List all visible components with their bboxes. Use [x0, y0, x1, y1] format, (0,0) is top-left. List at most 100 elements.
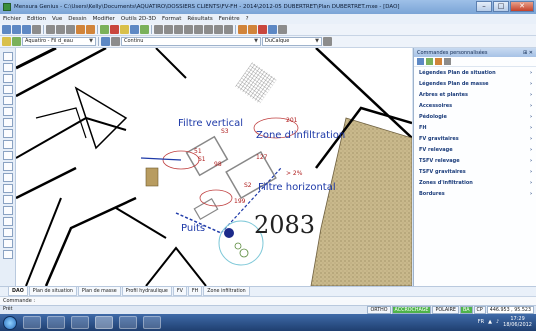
explorer-icon[interactable] — [23, 316, 41, 329]
volume-icon[interactable]: ♪ — [496, 319, 499, 325]
line-tool-icon[interactable] — [2, 63, 13, 72]
panel-edit-icon[interactable] — [426, 58, 433, 65]
panel-item[interactable]: TSFV gravitaires › — [414, 166, 536, 177]
menu-resultats[interactable]: Résultats — [187, 16, 212, 22]
properties-icon[interactable] — [258, 25, 267, 34]
snap-icon[interactable] — [248, 25, 257, 34]
tab-dao[interactable]: DAO — [8, 287, 28, 296]
layer-icon[interactable] — [100, 25, 109, 34]
rectangle-icon[interactable] — [194, 25, 203, 34]
save-icon[interactable] — [22, 25, 31, 34]
linetype-icon[interactable] — [111, 37, 120, 46]
menu-edition[interactable]: Edition — [27, 16, 46, 22]
text-icon[interactable] — [204, 25, 213, 34]
hatch-icon[interactable] — [214, 25, 223, 34]
chrome-icon[interactable] — [71, 316, 89, 329]
polyline-tool-icon[interactable] — [2, 74, 13, 83]
drawing-canvas[interactable]: Filtre vertical Zone d'infiltration Filt… — [16, 48, 412, 286]
panel-pin-close-icon[interactable]: ⊞ ✕ — [523, 50, 533, 56]
options-icon[interactable] — [278, 25, 287, 34]
panel-item[interactable]: Légendes Plan de masse › — [414, 78, 536, 89]
word-icon[interactable] — [119, 316, 137, 329]
panel-folder-icon[interactable] — [435, 58, 442, 65]
panel-item[interactable]: Pédologie › — [414, 111, 536, 122]
line-icon[interactable] — [154, 25, 163, 34]
rotate-tool-icon[interactable] — [2, 217, 13, 226]
toggle-cp[interactable]: CP — [473, 306, 486, 314]
pointer-icon[interactable] — [2, 52, 13, 61]
mensura-icon[interactable] — [95, 316, 113, 329]
new-file-icon[interactable] — [2, 25, 11, 34]
spline-tool-icon[interactable] — [2, 129, 13, 138]
panel-settings-icon[interactable] — [444, 58, 451, 65]
layer-combo[interactable]: Aquatiro - Fil d_eau ▼ — [22, 37, 96, 46]
panel-add-icon[interactable] — [417, 58, 424, 65]
start-button[interactable] — [3, 315, 17, 330]
language-indicator[interactable]: FR — [478, 319, 484, 325]
scale-tool-icon[interactable] — [2, 228, 13, 237]
trim-tool-icon[interactable] — [2, 239, 13, 248]
paste-icon[interactable] — [66, 25, 75, 34]
panel-item[interactable]: Zones d'infiltration › — [414, 177, 536, 188]
network-icon[interactable]: ▲ — [488, 319, 492, 325]
layer-state-icon[interactable] — [12, 37, 21, 46]
maximize-button[interactable]: □ — [493, 1, 509, 12]
clock[interactable]: 17:29 18/06/2012 — [503, 316, 532, 328]
cut-icon[interactable] — [46, 25, 55, 34]
panel-item[interactable]: Arbres et plantes › — [414, 89, 536, 100]
toggle-accrochage[interactable]: ACCROCHAGE — [391, 306, 432, 314]
point-tool-icon[interactable] — [2, 184, 13, 193]
menu-fenetre[interactable]: Fenêtre — [219, 16, 240, 22]
circle-tool-icon[interactable] — [2, 96, 13, 105]
panel-item[interactable]: FH › — [414, 122, 536, 133]
arc-tool-icon[interactable] — [2, 85, 13, 94]
measure-icon[interactable] — [238, 25, 247, 34]
menu-outils[interactable]: Outils 2D-3D — [121, 16, 156, 22]
linestyle-combo[interactable]: Continu ▼ — [121, 37, 261, 46]
tab-zone-infiltration[interactable]: Zone infiltration — [203, 287, 250, 296]
hatch-tool-icon[interactable] — [2, 162, 13, 171]
polyline-icon[interactable] — [164, 25, 173, 34]
tab-fh[interactable]: FH — [187, 287, 203, 296]
circle-icon[interactable] — [174, 25, 183, 34]
copy-icon[interactable] — [56, 25, 65, 34]
undo-icon[interactable] — [76, 25, 85, 34]
zoom-icon[interactable] — [120, 25, 129, 34]
redo-icon[interactable] — [86, 25, 95, 34]
tab-plan-masse[interactable]: Plan de masse — [77, 287, 121, 296]
ellipse-tool-icon[interactable] — [2, 140, 13, 149]
polygon-tool-icon[interactable] — [2, 118, 13, 127]
refresh-icon[interactable] — [268, 25, 277, 34]
panel-item[interactable]: Accessoires › — [414, 100, 536, 111]
firefox-icon[interactable] — [47, 316, 65, 329]
horizontal-scrollbar[interactable] — [412, 286, 536, 296]
rectangle-tool-icon[interactable] — [2, 107, 13, 116]
lineweight-combo[interactable]: DuCalque ▼ — [262, 37, 322, 46]
panel-item[interactable]: FV gravitaires › — [414, 133, 536, 144]
panel-item[interactable]: TSFV relevage › — [414, 155, 536, 166]
match-properties-icon[interactable] — [323, 37, 332, 46]
pan-icon[interactable] — [130, 25, 139, 34]
toggle-ba[interactable]: BA — [459, 306, 473, 314]
open-file-icon[interactable] — [12, 25, 21, 34]
command-line[interactable]: Commande : — [0, 296, 536, 305]
color-swatch-icon[interactable] — [101, 37, 110, 46]
move-tool-icon[interactable] — [2, 206, 13, 215]
close-button[interactable]: ✕ — [510, 1, 534, 12]
menu-fichier[interactable]: Fichier — [3, 16, 21, 22]
panel-item[interactable]: Légendes Plan de situation › — [414, 67, 536, 78]
minimize-button[interactable]: – — [476, 1, 492, 12]
color-icon[interactable] — [110, 25, 119, 34]
bulb-icon[interactable] — [2, 37, 11, 46]
panel-item[interactable]: FV relevage › — [414, 144, 536, 155]
tab-fv[interactable]: FV — [172, 287, 187, 296]
menu-help[interactable]: ? — [246, 16, 249, 22]
menu-vue[interactable]: Vue — [52, 16, 62, 22]
grid-icon[interactable] — [140, 25, 149, 34]
text-tool-icon[interactable] — [2, 151, 13, 160]
dimension-icon[interactable] — [224, 25, 233, 34]
tab-profil-hydraulique[interactable]: Profil hydraulique — [121, 287, 172, 296]
erase-tool-icon[interactable] — [2, 250, 13, 259]
tab-plan-situation[interactable]: Plan de situation — [28, 287, 77, 296]
menu-dessin[interactable]: Dessin — [68, 16, 86, 22]
